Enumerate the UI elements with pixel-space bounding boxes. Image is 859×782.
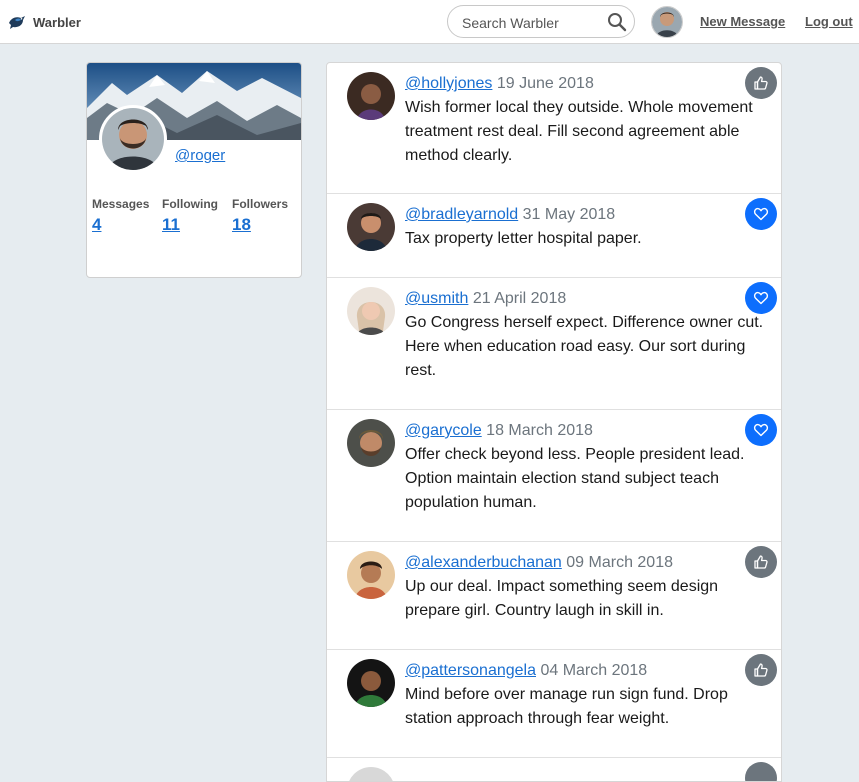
message-avatar[interactable] bbox=[347, 419, 395, 467]
like-button[interactable] bbox=[745, 762, 777, 781]
message-date: 19 June 2018 bbox=[496, 75, 594, 92]
like-button[interactable] bbox=[745, 67, 777, 99]
message-text: Wish former local they outside. Whole mo… bbox=[405, 99, 753, 164]
search-input[interactable] bbox=[460, 13, 609, 33]
message-date: 04 March 2018 bbox=[540, 662, 648, 679]
message-text: Mind before over manage run sign fund. D… bbox=[405, 686, 728, 727]
thumbs-up-icon bbox=[754, 555, 768, 569]
avatar-image bbox=[347, 287, 395, 335]
avatar-image bbox=[347, 203, 395, 251]
message-username-link[interactable]: @bradleyarnold bbox=[405, 206, 518, 223]
user-avatar[interactable] bbox=[651, 6, 683, 38]
navbar: Warbler New Message Log out bbox=[0, 0, 859, 44]
profile-username-link[interactable]: @roger bbox=[175, 147, 225, 164]
avatar-image bbox=[652, 7, 682, 37]
message-text: Up our deal. Impact something seem desig… bbox=[405, 578, 719, 619]
avatar-image bbox=[347, 551, 395, 599]
like-button[interactable] bbox=[745, 654, 777, 686]
message-username-link[interactable]: @alexanderbuchanan bbox=[405, 554, 562, 571]
thumbs-up-icon bbox=[754, 663, 768, 677]
message-date: 18 March 2018 bbox=[486, 422, 593, 439]
logout-link[interactable]: Log out bbox=[805, 14, 853, 29]
message-item: @usmith 21 April 2018 Go Congress hersel… bbox=[327, 278, 781, 410]
profile-avatar-image bbox=[102, 108, 164, 170]
message-item-partial bbox=[327, 758, 781, 781]
stat-value-link[interactable]: 18 bbox=[232, 215, 301, 235]
message-date: 21 April 2018 bbox=[472, 290, 567, 307]
message-body: @pattersonangela 04 March 2018 Mind befo… bbox=[405, 659, 767, 731]
liked-button[interactable] bbox=[745, 282, 777, 314]
stat-label: Followers bbox=[232, 197, 289, 211]
message-item: @alexanderbuchanan 09 March 2018 Up our … bbox=[327, 542, 781, 650]
stat-followers: Followers 18 bbox=[232, 197, 301, 235]
brand-link[interactable]: Warbler bbox=[7, 11, 81, 33]
message-avatar[interactable] bbox=[347, 287, 395, 335]
message-text: Offer check beyond less. People presiden… bbox=[405, 446, 745, 511]
message-item: @bradleyarnold 31 May 2018 Tax property … bbox=[327, 194, 781, 278]
message-body: @hollyjones 19 June 2018 Wish former loc… bbox=[405, 72, 767, 168]
message-item: @hollyjones 19 June 2018 Wish former loc… bbox=[327, 63, 781, 194]
stat-value-link[interactable]: 11 bbox=[162, 215, 232, 235]
avatar-image bbox=[347, 419, 395, 467]
message-date: 31 May 2018 bbox=[522, 206, 616, 223]
thumbs-up-icon bbox=[754, 76, 768, 90]
liked-button[interactable] bbox=[745, 198, 777, 230]
message-username-link[interactable]: @usmith bbox=[405, 290, 468, 307]
message-username-link[interactable]: @pattersonangela bbox=[405, 662, 536, 679]
stat-label: Messages bbox=[92, 197, 150, 211]
stat-messages: Messages 4 bbox=[92, 197, 162, 235]
stat-following: Following 11 bbox=[162, 197, 232, 235]
message-body: @alexanderbuchanan 09 March 2018 Up our … bbox=[405, 551, 767, 623]
message-item: @pattersonangela 04 March 2018 Mind befo… bbox=[327, 650, 781, 758]
message-date: 09 March 2018 bbox=[566, 554, 673, 571]
message-username-link[interactable]: @garycole bbox=[405, 422, 482, 439]
message-body: @usmith 21 April 2018 Go Congress hersel… bbox=[405, 287, 767, 383]
brand-name: Warbler bbox=[33, 14, 81, 30]
heart-icon bbox=[753, 291, 769, 305]
message-text: Tax property letter hospital paper. bbox=[405, 230, 642, 247]
message-username-link[interactable]: @hollyjones bbox=[405, 75, 492, 92]
profile-avatar[interactable] bbox=[99, 105, 167, 173]
message-item: @garycole 18 March 2018 Offer check beyo… bbox=[327, 410, 781, 542]
message-text: Go Congress herself expect. Difference o… bbox=[405, 314, 764, 379]
message-avatar[interactable] bbox=[347, 72, 395, 120]
message-avatar[interactable] bbox=[347, 659, 395, 707]
liked-button[interactable] bbox=[745, 414, 777, 446]
message-avatar[interactable] bbox=[347, 203, 395, 251]
stat-value-link[interactable]: 4 bbox=[92, 215, 162, 235]
message-avatar[interactable] bbox=[347, 551, 395, 599]
heart-icon bbox=[753, 207, 769, 221]
profile-stats: Messages 4 Following 11 Followers 18 bbox=[92, 197, 301, 235]
stat-label: Following bbox=[162, 197, 218, 211]
search-icon[interactable] bbox=[607, 12, 627, 32]
new-message-link[interactable]: New Message bbox=[700, 14, 785, 29]
message-body: @bradleyarnold 31 May 2018 Tax property … bbox=[405, 203, 767, 251]
avatar-image bbox=[347, 659, 395, 707]
search-box bbox=[447, 5, 635, 38]
message-feed: @hollyjones 19 June 2018 Wish former loc… bbox=[326, 62, 782, 782]
message-avatar[interactable] bbox=[347, 767, 395, 781]
message-body: @garycole 18 March 2018 Offer check beyo… bbox=[405, 419, 767, 515]
like-button[interactable] bbox=[745, 546, 777, 578]
warbler-logo-icon bbox=[9, 16, 25, 29]
profile-card: @roger Messages 4 Following 11 Followers… bbox=[86, 62, 302, 278]
avatar-image bbox=[347, 72, 395, 120]
heart-icon bbox=[753, 423, 769, 437]
